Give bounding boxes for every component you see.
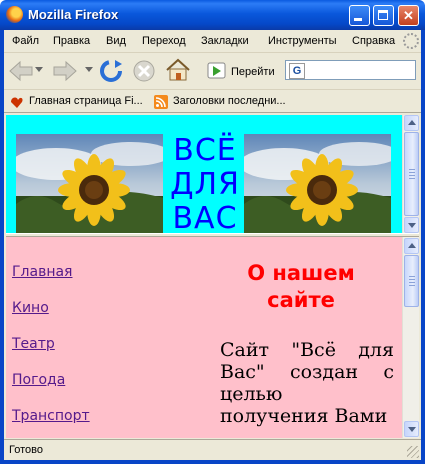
close-icon: ✕ bbox=[403, 8, 414, 23]
sunflower-image-right bbox=[244, 134, 391, 233]
address-field[interactable]: G bbox=[285, 60, 416, 80]
scroll-down-button[interactable] bbox=[404, 421, 419, 437]
minimize-button[interactable] bbox=[349, 5, 370, 26]
nav-link-cinema[interactable]: Кино bbox=[12, 300, 49, 316]
forward-icon[interactable] bbox=[52, 60, 78, 82]
menu-edit[interactable]: Правка bbox=[53, 35, 90, 47]
back-icon[interactable] bbox=[8, 60, 34, 82]
menu-bookmarks[interactable]: Закладки bbox=[201, 35, 249, 47]
status-bar: Готово bbox=[4, 439, 421, 460]
status-text: Готово bbox=[9, 444, 43, 456]
back-dropdown-icon[interactable] bbox=[35, 67, 43, 73]
reload-icon[interactable] bbox=[98, 58, 124, 84]
scroll-up-button[interactable] bbox=[404, 115, 419, 131]
content-scrollbar[interactable] bbox=[402, 237, 419, 438]
resize-grip-icon[interactable] bbox=[407, 446, 419, 458]
nav-link-transport[interactable]: Транспорт bbox=[12, 408, 90, 424]
about-heading: О нашем сайте bbox=[247, 261, 355, 312]
nav-link-weather[interactable]: Погода bbox=[12, 372, 65, 388]
bookmark-home[interactable]: Главная страница Fi... bbox=[29, 95, 143, 107]
scroll-thumb[interactable] bbox=[404, 255, 419, 307]
forward-dropdown-icon[interactable] bbox=[85, 67, 93, 73]
go-icon[interactable] bbox=[207, 62, 227, 80]
arrow-up-icon bbox=[408, 243, 416, 248]
minimize-icon bbox=[354, 18, 362, 21]
scroll-up-button[interactable] bbox=[404, 238, 419, 254]
maximize-icon bbox=[378, 10, 388, 20]
scroll-thumb[interactable] bbox=[404, 132, 419, 216]
menu-tools[interactable]: Инструменты bbox=[268, 35, 337, 47]
title-bar[interactable]: Mozilla Firefox ✕ bbox=[0, 0, 425, 30]
banner-line-1: ВСЁ bbox=[173, 133, 237, 168]
google-search-icon: G bbox=[289, 63, 305, 79]
stop-icon[interactable] bbox=[131, 58, 157, 84]
arrow-up-icon bbox=[408, 120, 416, 125]
window-title: Mozilla Firefox bbox=[28, 7, 119, 22]
throbber-icon bbox=[403, 33, 419, 49]
bookmark-headlines[interactable]: Заголовки последни... bbox=[173, 95, 286, 107]
banner-title: ВСЁ ДЛЯ ВАС bbox=[169, 134, 241, 236]
menu-go[interactable]: Переход bbox=[142, 35, 186, 47]
go-button-label[interactable]: Перейти bbox=[231, 66, 275, 78]
maximize-button[interactable] bbox=[373, 5, 394, 26]
banner-frame: ВСЁ ДЛЯ ВАС bbox=[6, 115, 402, 236]
arrow-down-icon bbox=[408, 223, 416, 228]
nav-link-theatre[interactable]: Театр bbox=[12, 336, 55, 352]
menu-bar: Файл Правка Вид Переход Закладки Инструм… bbox=[4, 30, 421, 53]
bookmark-page-icon bbox=[11, 97, 23, 108]
menu-file[interactable]: Файл bbox=[12, 35, 39, 47]
firefox-icon bbox=[6, 6, 23, 23]
banner-line-2: ДЛЯ bbox=[170, 167, 240, 202]
about-paragraph: Сайт "Всё для Вас" создан с целью получе… bbox=[220, 339, 394, 427]
banner-line-3: ВАС bbox=[172, 201, 238, 236]
menu-view[interactable]: Вид bbox=[106, 35, 126, 47]
rss-feed-icon bbox=[154, 95, 168, 109]
scroll-down-button[interactable] bbox=[404, 217, 419, 233]
nav-link-home[interactable]: Главная bbox=[12, 264, 72, 280]
arrow-down-icon bbox=[408, 427, 416, 432]
content-frame: Главная Кино Театр Погода Транспорт О на… bbox=[6, 237, 402, 438]
home-icon[interactable] bbox=[164, 57, 192, 83]
close-button[interactable]: ✕ bbox=[398, 5, 419, 26]
banner-scrollbar[interactable] bbox=[402, 115, 419, 233]
menu-help[interactable]: Справка bbox=[352, 35, 395, 47]
sunflower-image-left bbox=[16, 134, 163, 233]
